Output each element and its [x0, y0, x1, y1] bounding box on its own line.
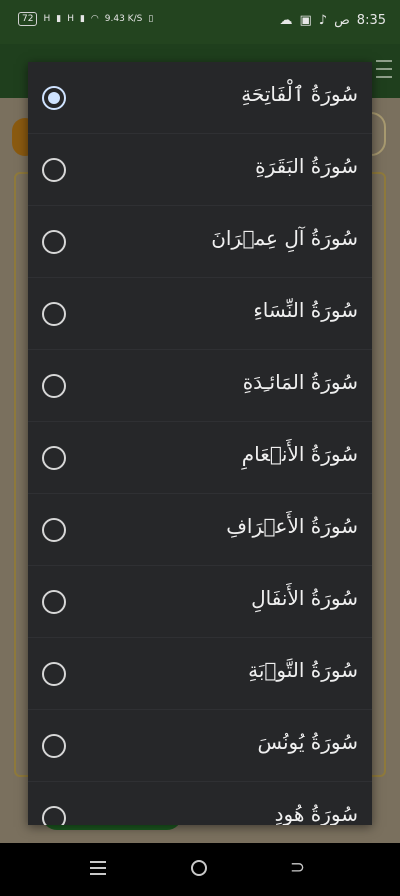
option-surah-7[interactable]: سُورَةُ الأَعۡرَافِ	[28, 494, 372, 566]
option-label: سُورَةُ المَائـِدَةِ	[242, 370, 358, 394]
radio-icon[interactable]	[42, 734, 66, 758]
option-label: سُورَةُ يُونُسَ	[257, 730, 358, 754]
surah-selection-dialog: سُورَةُ ٱلْفَاتِحَةِ سُورَةُ البَقَرَةِ …	[28, 62, 372, 825]
radio-selected-icon[interactable]	[42, 86, 66, 110]
back-icon[interactable]: ⊃	[290, 857, 305, 878]
wifi-icon: ◠	[90, 14, 99, 24]
option-surah-4[interactable]: سُورَةُ النِّسَاءِ	[28, 278, 372, 350]
clock: 8:35	[356, 13, 386, 28]
status-right-icons: ☁ ▣ ♪ ص 8:35	[279, 13, 386, 28]
option-label: سُورَةُ النِّسَاءِ	[253, 298, 358, 322]
signal-icon-2: ▮	[79, 14, 85, 24]
data-speed: 9.43 K/S	[104, 14, 143, 24]
radio-icon[interactable]	[42, 590, 66, 614]
radio-icon[interactable]	[42, 158, 66, 182]
vibrate-icon: ▯	[148, 14, 154, 24]
radio-icon[interactable]	[42, 518, 66, 542]
option-surah-8[interactable]: سُورَةُ الأَنفَالِ	[28, 566, 372, 638]
option-surah-6[interactable]: سُورَةُ الأَنۡعَامِ	[28, 422, 372, 494]
option-surah-3[interactable]: سُورَةُ آلِ عِمۡرَانَ	[28, 206, 372, 278]
option-label: سُورَةُ ٱلْفَاتِحَةِ	[241, 82, 358, 106]
radio-icon[interactable]	[42, 662, 66, 686]
option-surah-11[interactable]: سُورَةُ هُودٍ	[28, 782, 372, 825]
recents-icon[interactable]	[90, 861, 106, 875]
network-indicator-2: H	[67, 14, 74, 24]
option-label: سُورَةُ آلِ عِمۡرَانَ	[211, 226, 358, 250]
app-notification-icon: ▣	[299, 13, 312, 28]
radio-icon[interactable]	[42, 446, 66, 470]
option-label: سُورَةُ الأَنۡعَامِ	[241, 442, 358, 466]
navigation-bar: ⊃	[0, 843, 400, 896]
radio-icon[interactable]	[42, 302, 66, 326]
option-label: سُورَةُ الأَعۡرَافِ	[226, 514, 358, 538]
option-label: سُورَةُ هُودٍ	[274, 802, 358, 825]
status-left-icons: 72 H ▮ H ▮ ◠ 9.43 K/S ▯	[18, 12, 153, 26]
option-label: سُورَةُ التَّوۡبَةِ	[248, 658, 358, 682]
option-label: سُورَةُ البَقَرَةِ	[255, 154, 358, 178]
radio-icon[interactable]	[42, 374, 66, 398]
ampm-label: ص	[334, 13, 350, 28]
radio-icon[interactable]	[42, 806, 66, 825]
radio-icon[interactable]	[42, 230, 66, 254]
cloud-icon: ☁	[279, 13, 293, 28]
option-surah-9[interactable]: سُورَةُ التَّوۡبَةِ	[28, 638, 372, 710]
option-surah-5[interactable]: سُورَةُ المَائـِدَةِ	[28, 350, 372, 422]
home-icon[interactable]	[191, 860, 207, 876]
network-indicator: H	[43, 14, 51, 24]
option-label: سُورَةُ الأَنفَالِ	[251, 586, 358, 610]
signal-icon: ▮	[56, 14, 62, 24]
menu-icon[interactable]	[376, 60, 392, 78]
option-surah-10[interactable]: سُورَةُ يُونُسَ	[28, 710, 372, 782]
battery-indicator: 72	[18, 12, 38, 26]
status-bar: 72 H ▮ H ▮ ◠ 9.43 K/S ▯ ☁ ▣ ♪ ص 8:35	[0, 0, 400, 44]
option-surah-2[interactable]: سُورَةُ البَقَرَةِ	[28, 134, 372, 206]
tiktok-icon: ♪	[318, 13, 328, 28]
option-surah-1[interactable]: سُورَةُ ٱلْفَاتِحَةِ	[28, 62, 372, 134]
